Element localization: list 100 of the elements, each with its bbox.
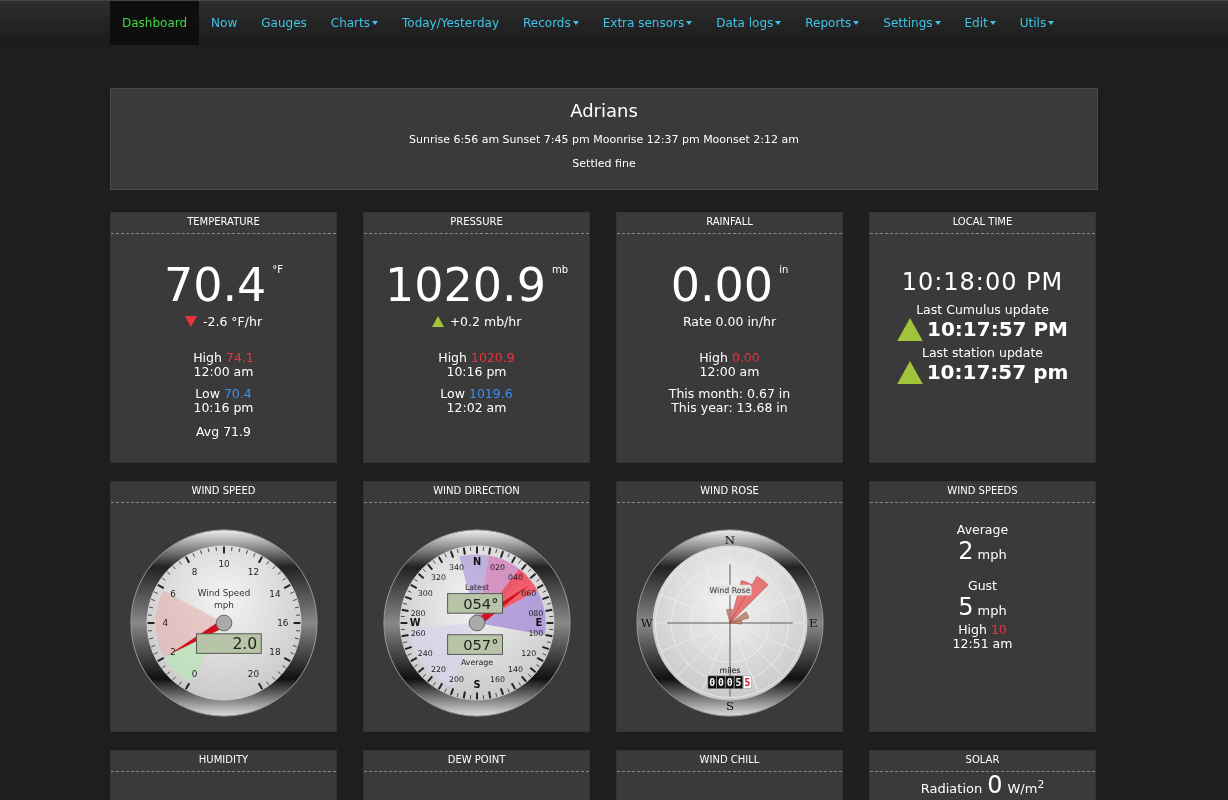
stat-label: High bbox=[193, 351, 222, 365]
clock-time: 10:18:00 PM bbox=[901, 268, 1064, 296]
speed-display: 2.0 bbox=[195, 633, 262, 654]
scale-label: 0 bbox=[191, 668, 197, 679]
speed-label: Gust bbox=[968, 579, 997, 593]
degree-label: 160 bbox=[489, 675, 505, 685]
stat-label: High bbox=[699, 351, 728, 365]
astro-times: Sunrise 6:56 am Sunset 7:45 pm Moonrise 12:37 pm Moonset 2:12 am bbox=[408, 133, 800, 146]
nav-link[interactable]: Records bbox=[511, 1, 591, 45]
unit-label: mb bbox=[551, 264, 569, 275]
average-display: 057° bbox=[446, 634, 503, 655]
total-text: This month: 0.67 in bbox=[668, 387, 791, 401]
update-time: 10:17:57 pm bbox=[926, 360, 1069, 384]
trend-text: +0.2 mb/hr bbox=[449, 314, 522, 329]
degree-label: 140 bbox=[507, 664, 523, 674]
nav-link[interactable]: Reports bbox=[793, 1, 872, 45]
speed-value: 2 bbox=[958, 537, 974, 565]
card-title: RAINFALL bbox=[617, 213, 842, 234]
stat-label: High bbox=[438, 351, 467, 365]
nav-link[interactable]: Extra sensors bbox=[590, 1, 705, 45]
scale-label: 14 bbox=[268, 588, 281, 599]
caret-icon bbox=[686, 21, 693, 25]
latest-display: 054° bbox=[446, 593, 503, 614]
card-title: WIND SPEED bbox=[111, 482, 336, 503]
degree-label: 020 bbox=[489, 562, 505, 572]
reading-value: 1020.9 bbox=[384, 258, 546, 312]
caret-icon bbox=[989, 21, 996, 25]
nav-link[interactable]: Dashboard bbox=[110, 1, 200, 45]
cardinal-label: N bbox=[472, 555, 481, 567]
update-time: 10:17:57 PM bbox=[927, 317, 1068, 341]
scale-label: 6 bbox=[169, 588, 176, 599]
nav-link[interactable]: Now bbox=[199, 1, 250, 45]
cardinal-label: E bbox=[808, 615, 818, 630]
total-text: This year: 13.68 in bbox=[670, 401, 789, 415]
card-title: TEMPERATURE bbox=[111, 213, 336, 234]
degree-label: 100 bbox=[527, 629, 543, 639]
stat-time: 12:00 am bbox=[699, 365, 760, 379]
scale-label: 4 bbox=[161, 617, 168, 628]
stat-label: Avg bbox=[196, 425, 220, 439]
solar-value: 0 bbox=[987, 772, 1003, 799]
scale-label: 2 bbox=[169, 647, 176, 658]
stat-time: 12:00 am bbox=[193, 365, 254, 379]
speed-unit: mph bbox=[977, 603, 1007, 618]
stat-time: 12:02 am bbox=[446, 401, 507, 415]
scale-label: 20 bbox=[247, 668, 259, 679]
caret-icon bbox=[572, 21, 579, 25]
card-title: WIND SPEEDS bbox=[870, 482, 1095, 503]
degree-label: 300 bbox=[417, 589, 433, 599]
stat-value: 0.00 bbox=[731, 351, 760, 365]
stat-label: High bbox=[958, 623, 987, 637]
stat-value: 71.9 bbox=[223, 425, 251, 439]
cardinal-label: N bbox=[724, 532, 735, 547]
degree-label: 320 bbox=[430, 573, 446, 583]
degree-label: 280 bbox=[410, 608, 426, 618]
up-triangle-icon bbox=[896, 360, 923, 384]
latest-label: Latest bbox=[464, 582, 489, 592]
caret-icon bbox=[934, 21, 941, 25]
update-label: Last station update bbox=[921, 345, 1043, 360]
trend-text: -2.6 °F/hr bbox=[202, 314, 263, 329]
cardinal-label: S bbox=[725, 699, 734, 714]
caret-icon bbox=[1048, 21, 1055, 25]
speed-label: Average bbox=[956, 523, 1009, 537]
up-triangle-icon bbox=[897, 317, 923, 341]
degree-label: 260 bbox=[410, 629, 426, 639]
degree-label: 120 bbox=[520, 648, 536, 658]
nav-link[interactable]: Utils bbox=[1007, 1, 1067, 45]
scale-label: 16 bbox=[276, 617, 288, 628]
cardinal-label: W bbox=[640, 615, 653, 630]
cardinal-label: W bbox=[409, 617, 421, 629]
card-title: WIND DIRECTION bbox=[364, 482, 589, 503]
scale-label: 18 bbox=[268, 647, 281, 658]
degree-label: 060 bbox=[520, 589, 536, 599]
unit-label: mph bbox=[213, 600, 234, 611]
scale-label: 8 bbox=[191, 567, 197, 577]
card-title: SOLAR bbox=[870, 751, 1095, 772]
degree-label: 040 bbox=[507, 573, 523, 583]
nav-link[interactable]: Settings bbox=[871, 1, 953, 45]
caret-icon bbox=[775, 21, 782, 25]
degree-label: 340 bbox=[448, 562, 464, 572]
stat-time: 10:16 pm bbox=[446, 365, 507, 379]
nav-link[interactable]: Data logs bbox=[704, 1, 794, 45]
speed-unit: mph bbox=[977, 547, 1007, 562]
reading-value: 70.4 bbox=[163, 258, 267, 312]
nav-link[interactable]: Gauges bbox=[249, 1, 319, 45]
card-title: PRESSURE bbox=[364, 213, 589, 234]
caret-icon bbox=[372, 21, 378, 25]
caret-icon bbox=[853, 21, 860, 25]
cardinal-label: E bbox=[534, 617, 542, 629]
nav-link[interactable]: Charts bbox=[318, 1, 390, 45]
forecast-text: Settled fine bbox=[572, 157, 636, 170]
stat-value: 74.1 bbox=[225, 351, 254, 365]
degree-label: 200 bbox=[448, 675, 464, 685]
nav-link[interactable]: Edit bbox=[952, 1, 1008, 45]
unit-label: °F bbox=[272, 264, 284, 275]
stat-label: Low bbox=[195, 387, 220, 401]
stat-label: Low bbox=[440, 387, 465, 401]
nav-link[interactable]: Today/Yesterday bbox=[390, 1, 511, 45]
card-title: WIND ROSE bbox=[617, 482, 842, 503]
card-title: LOCAL TIME bbox=[870, 213, 1095, 234]
scale-label: 12 bbox=[247, 567, 259, 577]
